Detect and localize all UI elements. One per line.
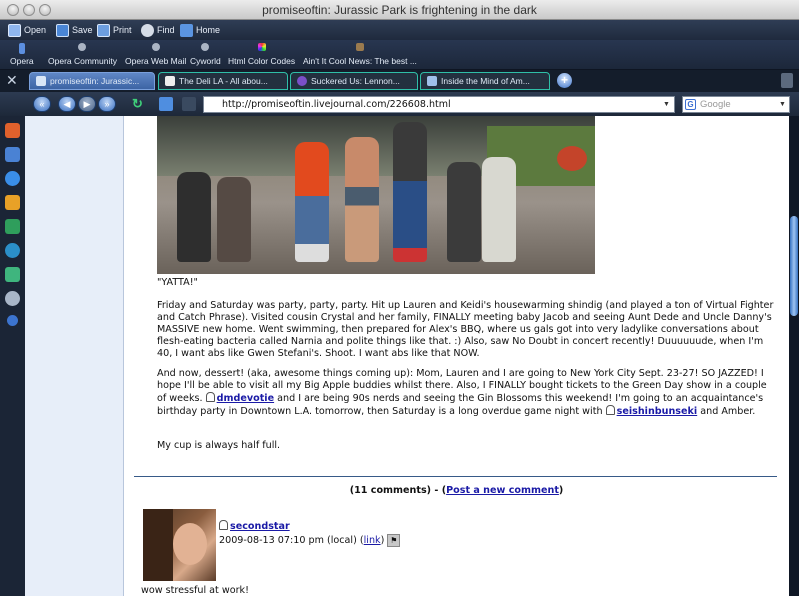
page-icon xyxy=(165,76,175,86)
post-photo xyxy=(157,116,595,274)
bookmark-dot-icon xyxy=(78,43,87,51)
post-paragraph-1: Friday and Saturday was party, party, pa… xyxy=(157,300,774,359)
post-new-comment-link[interactable]: Post a new comment xyxy=(446,485,559,496)
mail-icon[interactable] xyxy=(5,123,20,138)
comment-permalink[interactable]: link xyxy=(364,535,381,546)
site-favicon xyxy=(297,76,307,86)
home-icon[interactable] xyxy=(159,97,173,111)
bookmark-html-color-codes[interactable]: Html Color Codes xyxy=(228,43,295,66)
comments-separator xyxy=(134,476,777,477)
url-input[interactable]: http://promiseoftin.livejournal.com/2266… xyxy=(203,96,675,113)
print-button[interactable]: Print xyxy=(97,23,132,37)
side-panel xyxy=(25,116,124,596)
opera-icon xyxy=(18,43,25,54)
save-button[interactable]: Save xyxy=(56,23,93,37)
new-tab-plus-icon[interactable]: + xyxy=(557,73,572,88)
main-toolbar: Open Save Print Find Home xyxy=(0,20,799,40)
bookmark-dot-icon xyxy=(201,43,210,51)
bookmark-opera-community[interactable]: Opera Community xyxy=(48,43,117,66)
search-icon[interactable] xyxy=(5,291,20,306)
rewind-button[interactable]: « xyxy=(33,96,51,112)
back-button[interactable]: ◀ xyxy=(58,96,76,112)
google-search-icon[interactable]: G xyxy=(685,99,696,110)
comment-meta: 2009-08-13 07:10 pm (local) (link) ⚑ xyxy=(219,534,401,547)
panel-selector xyxy=(0,92,25,596)
photo-caption: "YATTA!" xyxy=(157,277,198,288)
comment-date: 2009-08-13 07:10 pm (local) (link) xyxy=(219,535,385,546)
user-icon xyxy=(605,405,615,415)
tab-suckered-us[interactable]: Suckered Us: Lennon... xyxy=(290,72,418,90)
title-bar: promiseoftin: Jurassic Park is frighteni… xyxy=(0,0,799,20)
tab-promiseoftin[interactable]: promiseoftin: Jurassic... xyxy=(29,72,155,90)
user-icon xyxy=(219,520,228,530)
color-wheel-icon xyxy=(257,43,266,51)
widgets-gear-icon[interactable] xyxy=(5,171,20,186)
trash-icon[interactable] xyxy=(781,73,793,88)
tab-the-deli-la[interactable]: The Deli LA - All abou... xyxy=(158,72,288,90)
scrollbar-thumb[interactable] xyxy=(790,216,798,316)
find-button[interactable]: Find xyxy=(141,23,175,37)
print-icon xyxy=(97,23,110,37)
links-icon[interactable] xyxy=(5,267,20,282)
edit-icon[interactable] xyxy=(182,97,196,111)
forward-button[interactable]: ▶ xyxy=(78,96,96,112)
vertical-scrollbar[interactable] xyxy=(789,116,799,596)
folder-icon xyxy=(8,23,21,37)
user-link-secondstar[interactable]: secondstar xyxy=(230,521,290,532)
bookmark-opera-web-mail[interactable]: Opera Web Mail xyxy=(125,43,186,66)
notes-icon[interactable] xyxy=(5,195,20,210)
bookmark-aint-it-cool-news[interactable]: Ain't It Cool News: The best ... xyxy=(303,43,417,66)
close-tab-icon[interactable]: ✕ xyxy=(6,73,18,87)
search-input[interactable]: Google xyxy=(682,96,790,113)
url-dropdown-arrow-icon[interactable]: ▼ xyxy=(663,101,670,108)
flag-icon[interactable]: ⚑ xyxy=(387,534,401,547)
page-content: "YATTA!" Friday and Saturday was party, … xyxy=(124,116,789,596)
tab-bar: ✕ promiseoftin: Jurassic... The Deli LA … xyxy=(0,70,799,92)
livejournal-pencil-icon xyxy=(36,76,46,86)
user-icon xyxy=(205,392,215,402)
window-title: promiseoftin: Jurassic Park is frighteni… xyxy=(262,3,537,17)
home-icon xyxy=(180,23,193,37)
comments-header: (11 comments) - (Post a new comment) xyxy=(349,485,564,496)
search-dropdown-arrow-icon[interactable]: ▼ xyxy=(779,101,786,108)
home-button[interactable]: Home xyxy=(180,23,220,37)
save-icon xyxy=(56,23,69,37)
fast-forward-button[interactable]: » xyxy=(98,96,116,112)
magnifier-icon xyxy=(141,23,154,37)
tab-inside-the-mind[interactable]: Inside the Mind of Am... xyxy=(420,72,550,90)
reload-icon[interactable]: ↻ xyxy=(132,97,143,110)
aicn-favicon xyxy=(355,43,364,51)
user-link-seishinbunseki[interactable]: seishinbunseki xyxy=(617,406,698,417)
history-clock-icon[interactable] xyxy=(5,243,20,258)
add-panel-icon[interactable] xyxy=(7,315,18,326)
bookmark-dot-icon xyxy=(151,43,160,51)
bookmarks-bar: Opera Opera Community Opera Web Mail Cyw… xyxy=(0,40,799,70)
user-link-dmdevotie[interactable]: dmdevotie xyxy=(217,393,274,404)
post-paragraph-3: My cup is always half full. xyxy=(157,440,281,451)
comment-author: secondstar xyxy=(219,520,290,532)
contacts-icon[interactable] xyxy=(5,147,20,162)
address-bar: « ◀ ▶ » ↻ http://promiseoftin.livejourna… xyxy=(0,92,799,116)
commenter-avatar xyxy=(143,509,216,581)
post-paragraph-2: And now, dessert! (aka, awesome things c… xyxy=(157,368,767,417)
livejournal-pencil-icon xyxy=(427,76,437,86)
comment-text: wow stressful at work! xyxy=(141,585,249,596)
bookmark-cyworld[interactable]: Cyworld xyxy=(190,43,221,66)
open-button[interactable]: Open xyxy=(8,23,46,37)
bookmark-opera[interactable]: Opera xyxy=(10,43,34,66)
downloads-icon[interactable] xyxy=(5,219,20,234)
